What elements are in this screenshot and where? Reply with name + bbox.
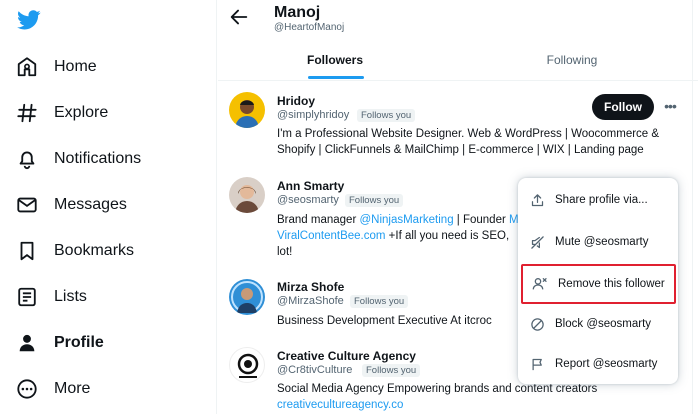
follower-name[interactable]: Mirza Shofe [277, 280, 344, 294]
remove-follower-icon [532, 276, 548, 292]
follower-handle[interactable]: @simplyhridoy [277, 109, 349, 121]
follower-bio-line: Brand manager @NinjasMarketing | Founder… [277, 212, 519, 228]
person-icon [14, 330, 40, 356]
tab-following[interactable]: Following [452, 40, 692, 80]
bookmark-icon [14, 238, 40, 264]
flag-icon [529, 356, 545, 372]
follower-name[interactable]: Creative Culture Agency [277, 349, 416, 363]
menu-item-label: Report @seosmarty [555, 358, 658, 370]
bio-text: Brand manager [277, 214, 360, 226]
follower-bio-line: Shopify | ClickFunnels & MailChimp | E-c… [277, 144, 644, 156]
avatar[interactable] [229, 347, 265, 383]
profile-options-menu: Share profile via... Mute @seosmarty Rem… [518, 178, 678, 384]
menu-item-label: Mute @seosmarty [555, 236, 649, 248]
avatar[interactable] [229, 177, 265, 213]
profile-name: Manoj [274, 4, 321, 21]
follower-bio-line: I'm a Professional Website Designer. Web… [277, 128, 660, 140]
bio-text: | Founder [453, 214, 509, 226]
follower-bio-line: Business Development Executive At itcroc [277, 315, 492, 327]
sidebar-item-label: More [54, 380, 91, 397]
menu-item-label: Share profile via... [555, 194, 648, 206]
active-tab-indicator [308, 76, 364, 79]
mute-icon [529, 234, 545, 250]
sidebar-item-label: Lists [54, 288, 87, 305]
follower-handle[interactable]: @seosmarty [277, 194, 339, 206]
sidebar-item-notifications[interactable]: Notifications [14, 141, 141, 177]
follower-handle[interactable]: @MirzaShofe [277, 295, 344, 307]
sidebar-item-messages[interactable]: Messages [14, 187, 127, 223]
tab-followers[interactable]: Followers [218, 40, 452, 80]
avatar[interactable] [229, 92, 265, 128]
back-arrow-icon[interactable] [228, 6, 250, 28]
block-icon [529, 316, 545, 332]
menu-item-mute[interactable]: Mute @seosmarty [518, 222, 678, 262]
sidebar-item-more[interactable]: More [14, 371, 90, 407]
website-link[interactable]: ViralContentBee.com [277, 230, 385, 242]
follower-name[interactable]: Hridoy [277, 94, 315, 108]
sidebar-item-bookmarks[interactable]: Bookmarks [14, 233, 134, 269]
sidebar-item-label: Home [54, 58, 97, 75]
sidebar: Home Explore Notifications Messages Book… [0, 0, 217, 414]
follows-you-badge: Follows you [350, 295, 409, 308]
menu-item-label: Remove this follower [558, 278, 665, 290]
bio-text: +If all you need is SEO, [385, 230, 510, 242]
list-icon [14, 284, 40, 310]
menu-item-label: Block @seosmarty [555, 318, 652, 330]
avatar[interactable] [229, 279, 265, 315]
home-icon [14, 54, 40, 80]
sidebar-item-profile[interactable]: Profile [14, 325, 104, 361]
follower-bio-line: lot! [277, 246, 293, 258]
menu-item-report[interactable]: Report @seosmarty [518, 344, 678, 384]
website-link[interactable]: creativecultureagency.co [277, 397, 403, 413]
hashtag-icon [14, 100, 40, 126]
menu-item-share-profile[interactable]: Share profile via... [518, 180, 678, 220]
sidebar-item-home[interactable]: Home [14, 49, 97, 85]
follower-name[interactable]: Ann Smarty [277, 179, 344, 193]
more-options-icon[interactable]: ••• [660, 96, 680, 116]
follow-button[interactable]: Follow [592, 94, 654, 120]
sidebar-item-label: Notifications [54, 150, 142, 167]
follower-bio-line: ViralContentBee.com +If all you need is … [277, 228, 509, 244]
menu-item-remove-follower[interactable]: Remove this follower [521, 264, 676, 304]
column-divider [692, 0, 693, 414]
menu-item-block[interactable]: Block @seosmarty [518, 304, 678, 344]
bell-icon [14, 146, 40, 172]
sidebar-item-label: Profile [54, 334, 104, 351]
follows-you-badge: Follows you [357, 109, 416, 122]
sidebar-item-label: Explore [54, 104, 109, 121]
twitter-logo-icon[interactable] [16, 8, 42, 32]
tabs-divider [218, 80, 698, 81]
mention-link[interactable]: @NinjasMarketing [359, 214, 453, 226]
envelope-icon [14, 192, 40, 218]
sidebar-item-label: Bookmarks [54, 242, 135, 259]
sidebar-item-label: Messages [54, 196, 127, 213]
profile-handle: @HeartofManoj [274, 22, 345, 33]
share-icon [529, 192, 545, 208]
follows-you-badge: Follows you [345, 194, 404, 207]
follows-you-badge: Follows you [362, 364, 421, 377]
more-circle-icon [14, 376, 40, 402]
follower-handle[interactable]: @Cr8tivCulture [277, 364, 352, 376]
sidebar-item-lists[interactable]: Lists [14, 279, 87, 315]
sidebar-item-explore[interactable]: Explore [14, 95, 108, 131]
